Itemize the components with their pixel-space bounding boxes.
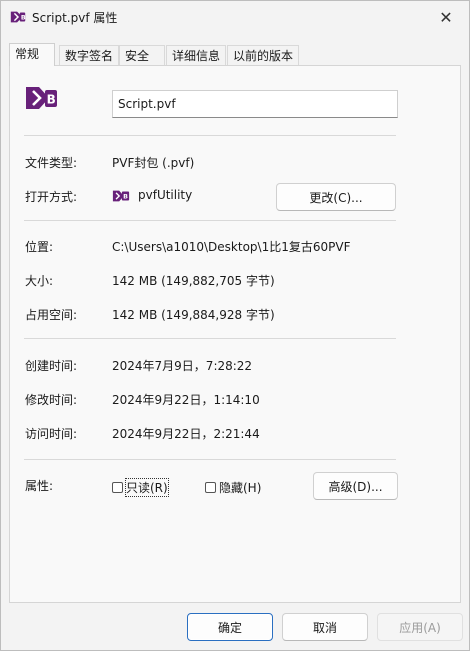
size-value: 142 MB (149,882,705 字节) xyxy=(112,274,275,288)
created-value: 2024年7月9日，7:28:22 xyxy=(112,359,253,373)
divider xyxy=(24,459,396,460)
svg-text:B: B xyxy=(21,15,26,22)
location-label: 位置: xyxy=(25,240,54,254)
file-type-value: PVF封包 (.pvf) xyxy=(112,156,195,170)
general-panel: B 文件类型: PVF封包 (.pvf) 打开方式: B pvfUtility … xyxy=(9,65,461,603)
change-button[interactable]: 更改(C)... xyxy=(276,183,396,211)
location-value: C:\Users\a1010\Desktop\1比1复古60PVF xyxy=(112,240,351,254)
close-button[interactable]: ✕ xyxy=(423,1,469,33)
opens-with-value: pvfUtility xyxy=(138,188,193,202)
svg-text:B: B xyxy=(123,194,128,201)
cancel-button[interactable]: 取消 xyxy=(282,613,368,641)
size-on-disk-label: 占用空间: xyxy=(25,308,78,322)
window-title: Script.pvf 属性 xyxy=(32,11,118,25)
accessed-label: 访问时间: xyxy=(25,427,78,441)
modified-value: 2024年9月22日，1:14:10 xyxy=(112,393,260,407)
opens-with-label: 打开方式: xyxy=(25,190,78,204)
tab-security[interactable]: 安全 xyxy=(119,45,165,65)
size-label: 大小: xyxy=(25,274,54,288)
svg-text:B: B xyxy=(47,93,56,107)
apply-button[interactable]: 应用(A) xyxy=(377,613,463,641)
size-on-disk-value: 142 MB (149,884,928 字节) xyxy=(112,308,275,322)
divider xyxy=(24,135,396,136)
hidden-checkbox[interactable]: 隐藏(H) xyxy=(205,479,261,496)
checkbox-box[interactable] xyxy=(112,482,123,493)
checkbox-box[interactable] xyxy=(205,482,216,493)
title-bar[interactable]: B Script.pvf 属性 ✕ xyxy=(1,1,469,33)
pvfutility-icon: B xyxy=(112,190,130,202)
visual-studio-icon: B xyxy=(26,87,57,109)
tab-digital-signatures[interactable]: 数字签名 xyxy=(59,45,119,65)
divider xyxy=(24,338,396,339)
properties-window: B Script.pvf 属性 ✕ 常规 数字签名 安全 详细信息 以前的版本 … xyxy=(0,0,470,651)
accessed-value: 2024年9月22日，2:21:44 xyxy=(112,427,260,441)
created-label: 创建时间: xyxy=(25,359,78,373)
close-icon: ✕ xyxy=(439,7,453,27)
advanced-button[interactable]: 高级(D)... xyxy=(313,472,398,500)
tab-previous-versions[interactable]: 以前的版本 xyxy=(227,45,299,65)
divider xyxy=(24,220,396,221)
dialog-footer: 确定 取消 应用(A) xyxy=(1,603,469,650)
attributes-label: 属性: xyxy=(25,479,54,493)
tab-details[interactable]: 详细信息 xyxy=(166,45,226,65)
file-type-label: 文件类型: xyxy=(25,156,78,170)
readonly-checkbox[interactable]: 只读(R) xyxy=(112,478,169,497)
visual-studio-icon: B xyxy=(10,11,26,23)
tab-general[interactable]: 常规 xyxy=(9,43,55,66)
modified-label: 修改时间: xyxy=(25,393,78,407)
tab-strip: 常规 数字签名 安全 详细信息 以前的版本 xyxy=(9,43,461,66)
ok-button[interactable]: 确定 xyxy=(187,613,273,641)
file-name-input[interactable] xyxy=(112,90,398,118)
